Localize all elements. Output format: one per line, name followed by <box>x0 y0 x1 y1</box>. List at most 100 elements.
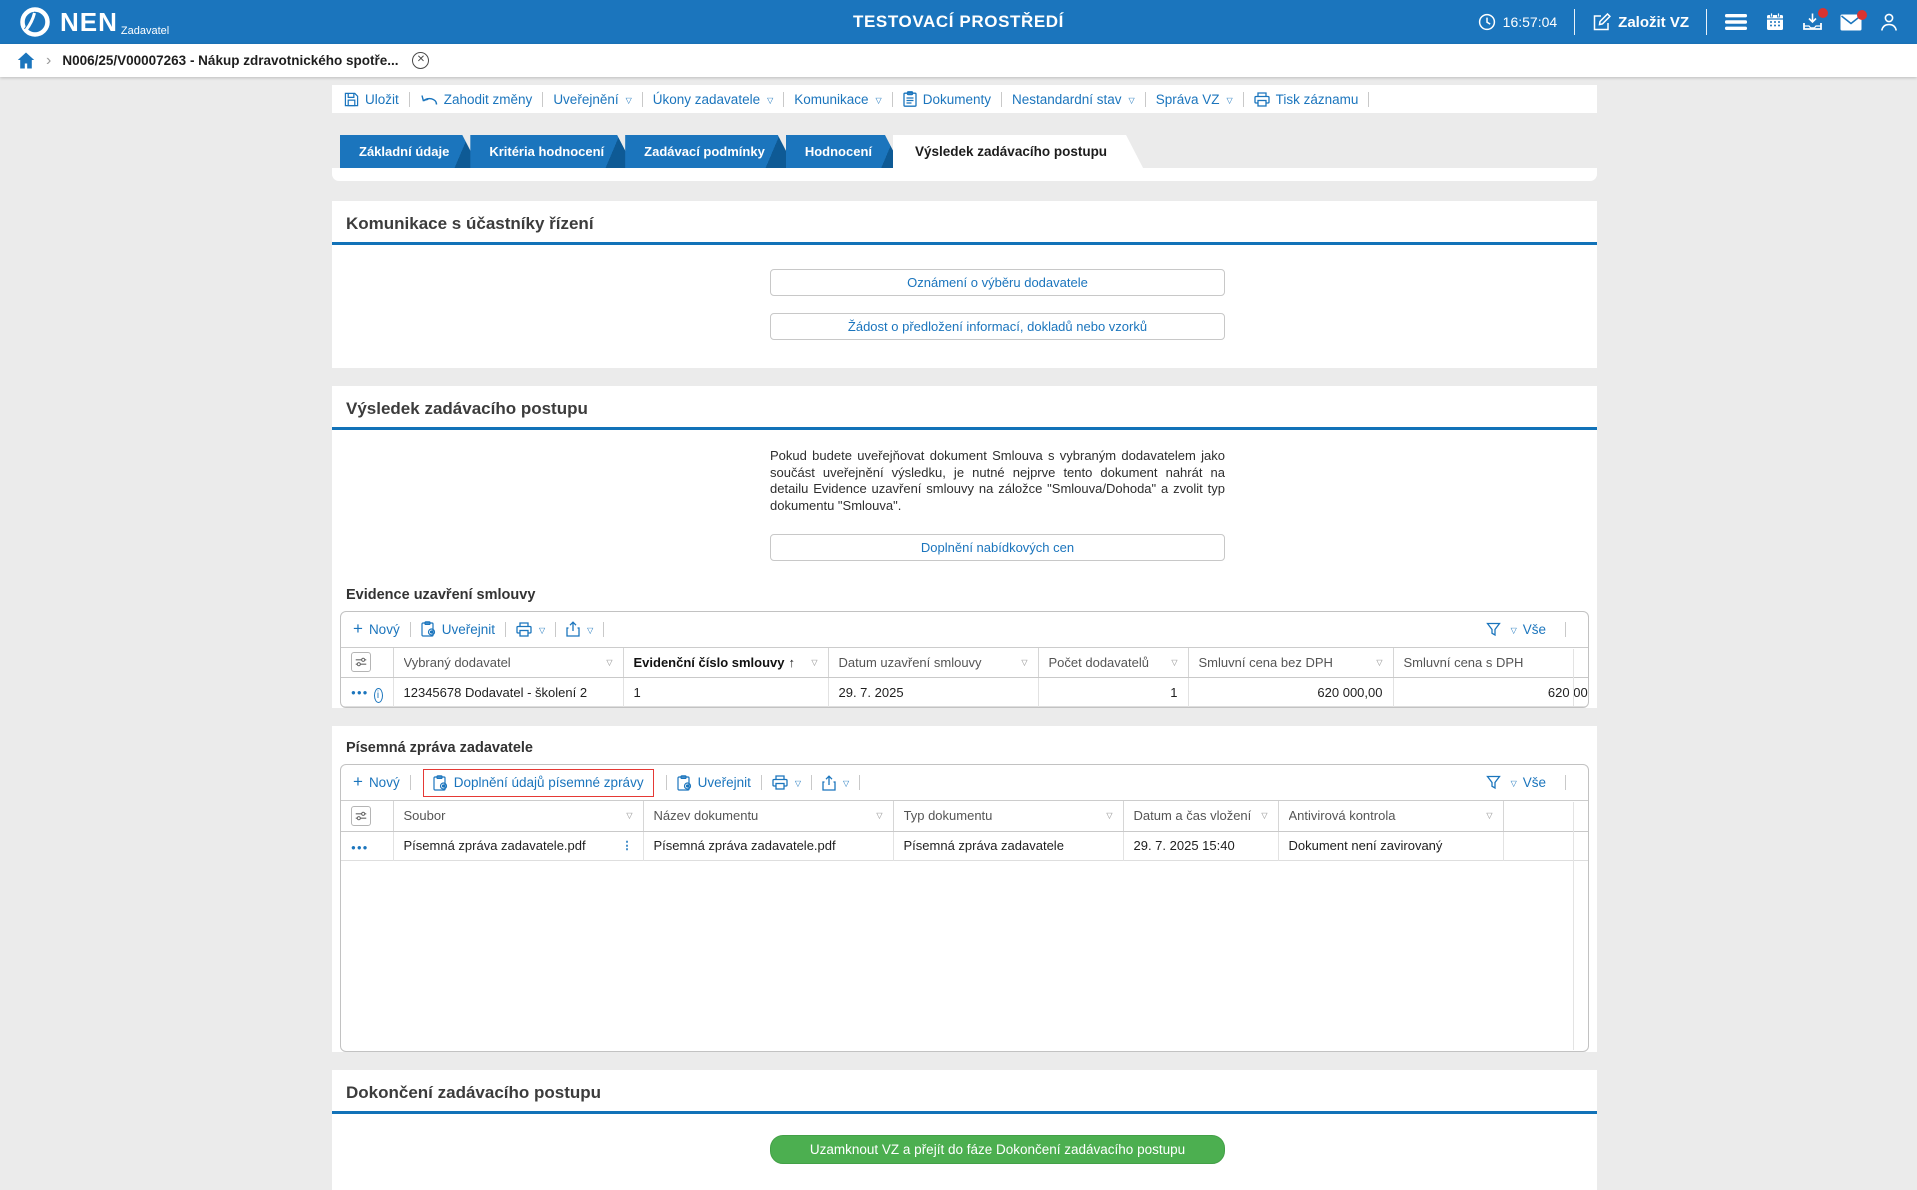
row-menu-icon[interactable]: ●●● <box>351 688 369 697</box>
tab-hodnoceni[interactable]: Hodnocení <box>786 135 902 168</box>
column-settings[interactable] <box>341 801 394 832</box>
chevron-down-icon: ▽ <box>1510 625 1517 635</box>
info-icon[interactable]: i <box>373 687 383 703</box>
column-filter-icon[interactable]: ▽ <box>1486 811 1492 820</box>
nen-logo[interactable]: NEN Zadavatel <box>18 5 169 39</box>
doplneni-udaju-pisemne-zpravy-button[interactable]: Doplnění údajů písemné zprávy <box>433 774 644 791</box>
discard-changes-button[interactable]: Zahodit změny <box>420 92 532 107</box>
column-header-evidencni-cislo-smlouvy[interactable]: Evidenční číslo smlouvy ↑ ▽ <box>623 647 829 678</box>
column-header-soubor[interactable]: Soubor ▽ <box>393 801 644 832</box>
column-filter-icon[interactable]: ▽ <box>1261 811 1267 820</box>
column-filter-icon[interactable]: ▽ <box>1021 658 1027 667</box>
chevron-down-icon: ▽ <box>1226 95 1233 105</box>
column-settings[interactable] <box>341 647 394 678</box>
filter-icon[interactable] <box>1485 622 1501 637</box>
section-title: Komunikace s účastníky řízení <box>346 214 594 233</box>
record-toolbar: Uložit Zahodit změny Uveřejnění ▽ Úkony … <box>332 85 1597 113</box>
column-header-smluvni-cena-bez-dph[interactable]: Smluvní cena bez DPH ▽ <box>1188 647 1394 678</box>
print-table-button[interactable]: ▽ <box>772 775 801 790</box>
table-row[interactable]: ●●● i 12345678 Dodavatel - školení 2 1 2… <box>341 677 1588 707</box>
publish-contract-button[interactable]: Uveřejnit <box>421 621 495 637</box>
export-table-button[interactable]: ▽ <box>822 774 850 791</box>
calendar-button[interactable] <box>1765 12 1785 32</box>
filter-preset-all[interactable]: ▽ Vše <box>1510 775 1546 790</box>
cell-cena-bez-dph: 620 000,00 <box>1188 677 1394 707</box>
column-header-datum-cas-vlozeni[interactable]: Datum a čas vložení ▽ <box>1123 801 1279 832</box>
brand-subtitle: Zadavatel <box>120 25 170 38</box>
chevron-down-icon: ▽ <box>587 625 594 635</box>
clock-icon <box>1478 13 1496 31</box>
row-menu-icon[interactable]: ●●● <box>351 843 369 852</box>
cell-antivirova-kontrola: Dokument není zavirovaný <box>1278 831 1504 860</box>
report-table: + Nový Doplnění údajů písemné zprávy Uve… <box>340 764 1589 1052</box>
cell-soubor: Písemná zpráva zadavatele.pdf ⋮ <box>393 831 644 860</box>
topbar-divider <box>1574 9 1576 35</box>
print-record-button[interactable]: Tisk záznamu <box>1253 92 1358 107</box>
cell-nazev-dokumentu: Písemná zpráva zadavatele.pdf <box>643 831 894 860</box>
grid-settings-icon[interactable] <box>351 652 371 673</box>
nonstandard-state-menu[interactable]: Nestandardní stav ▽ <box>1012 92 1135 107</box>
cell-pocet-dodavatelu: 1 <box>1038 677 1189 707</box>
doplneni-nabidkovych-cen-button[interactable]: Doplnění nabídkových cen <box>770 533 1225 561</box>
communication-menu[interactable]: Komunikace ▽ <box>794 92 881 107</box>
column-filter-icon[interactable]: ▽ <box>811 658 817 667</box>
publishing-menu[interactable]: Uveřejnění ▽ <box>553 92 631 107</box>
breadcrumb-item[interactable]: N006/25/V00007263 - Nákup zdravotnického… <box>62 53 398 68</box>
contracts-table-toolbar: + Nový Uveřejnit ▽ ▽ ▽ Vše <box>341 612 1588 648</box>
new-contract-button[interactable]: + Nový <box>353 620 400 638</box>
contracts-table: + Nový Uveřejnit ▽ ▽ ▽ Vše Vybraný dodav… <box>340 610 1589 708</box>
column-filter-icon[interactable]: ▽ <box>626 811 632 820</box>
file-actions-icon[interactable]: ⋮ <box>622 839 633 852</box>
uzamknout-vz-button[interactable]: Uzamknout VZ a přejít do fáze Dokončení … <box>770 1134 1225 1164</box>
export-table-button[interactable]: ▽ <box>566 621 593 637</box>
brand-name: NEN <box>60 6 118 37</box>
column-filter-icon[interactable]: ▽ <box>1106 811 1112 820</box>
menu-button[interactable] <box>1724 13 1748 31</box>
home-icon[interactable] <box>17 52 35 69</box>
publish-report-button[interactable]: Uveřejnit <box>676 774 751 791</box>
messages-button[interactable] <box>1840 9 1867 31</box>
column-header-pocet-dodavatelu[interactable]: Počet dodavatelů ▽ <box>1038 647 1189 678</box>
report-table-title: Písemná zpráva zadavatele <box>346 740 533 756</box>
column-filter-icon[interactable]: ▽ <box>1171 658 1177 667</box>
column-header-nazev-dokumentu[interactable]: Název dokumentu ▽ <box>643 801 894 832</box>
tab-zadavaci-podminky[interactable]: Zadávací podmínky <box>625 135 795 168</box>
column-filter-icon[interactable]: ▽ <box>1376 658 1382 667</box>
print-table-button[interactable]: ▽ <box>516 621 545 637</box>
filter-preset-all[interactable]: ▽ Vše <box>1510 622 1546 637</box>
zadost-o-predlozeni-informaci-button[interactable]: Žádost o předložení informací, dokladů n… <box>770 313 1225 340</box>
empty-grid-area <box>341 861 1588 1051</box>
column-header-typ-dokumentu[interactable]: Typ dokumentu ▽ <box>893 801 1124 832</box>
column-filter-icon[interactable]: ▽ <box>876 811 882 820</box>
inbox-download-button[interactable] <box>1802 8 1828 32</box>
chevron-down-icon: ▽ <box>1510 779 1517 788</box>
vz-admin-menu[interactable]: Správa VZ ▽ <box>1156 92 1233 107</box>
oznameni-o-vyberu-dodavatele-button[interactable]: Oznámení o výběru dodavatele <box>770 269 1225 296</box>
smlouva-upload-note: Pokud budete uveřejňovat dokument Smlouv… <box>770 448 1225 513</box>
close-record-icon[interactable]: ✕ <box>412 52 430 69</box>
column-header-vybrany-dodavatel[interactable]: Vybraný dodavatel ▽ <box>393 647 624 678</box>
grid-settings-icon[interactable] <box>351 805 371 826</box>
user-profile-button[interactable] <box>1879 12 1899 32</box>
column-filter-icon[interactable]: ▽ <box>606 658 612 667</box>
chevron-down-icon: ▽ <box>843 779 850 788</box>
cell-datum-uzavreni: 29. 7. 2025 <box>828 677 1039 707</box>
tab-zakladni-udaje[interactable]: Základní údaje <box>340 135 479 168</box>
contracting-actions-menu[interactable]: Úkony zadavatele ▽ <box>653 92 773 107</box>
create-vz-button[interactable]: Založit VZ <box>1592 12 1689 32</box>
chevron-down-icon: ▽ <box>875 95 882 105</box>
cell-cena-s-dph: 620 000,00 <box>1547 684 1588 700</box>
table-row[interactable]: ●●● Písemná zpráva zadavatele.pdf ⋮ Píse… <box>341 831 1588 860</box>
new-report-button[interactable]: + Nový <box>353 773 400 791</box>
tab-vysledek-zadavaciho-postupu[interactable]: Výsledek zadávacího postupu <box>893 135 1143 168</box>
documents-button[interactable]: Dokumenty <box>903 91 991 107</box>
column-header-datum-uzavreni[interactable]: Datum uzavření smlouvy ▽ <box>828 647 1039 678</box>
tab-kriteria-hodnoceni[interactable]: Kritéria hodnocení <box>470 135 634 168</box>
save-button[interactable]: Uložit <box>344 92 399 107</box>
column-header-antivirova-kontrola[interactable]: Antivirová kontrola ▽ <box>1278 801 1504 832</box>
filter-icon[interactable] <box>1485 775 1501 790</box>
chevron-down-icon: ▽ <box>1128 95 1135 105</box>
column-header-smluvni-cena-s-dph[interactable]: Smluvní cena s DPH <box>1393 647 1588 678</box>
chevron-right-icon: › <box>46 51 52 69</box>
section-dokonceni-zadavaciho-postupu: Dokončení zadávacího postupu Uzamknout V… <box>332 1069 1597 1190</box>
